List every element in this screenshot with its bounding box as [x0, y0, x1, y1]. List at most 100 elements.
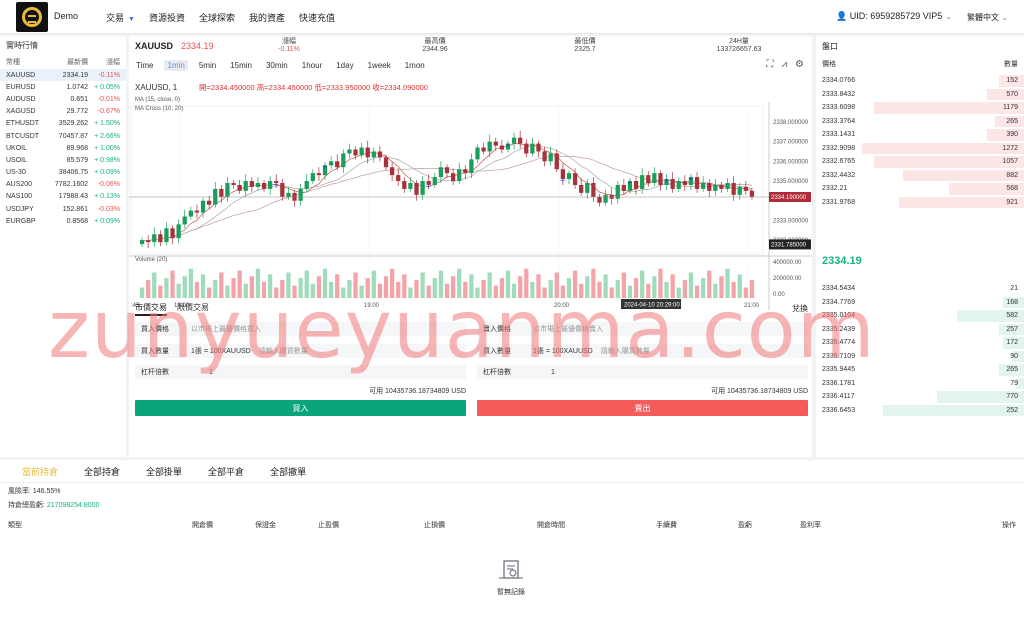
interval-1day[interactable]: 1day — [333, 60, 356, 71]
user-menu[interactable]: 👤 UID: 6959285729 VIP5 ⌄ — [836, 11, 952, 22]
candle-body — [182, 216, 187, 225]
chart-legend: XAUUSD, 1 — [135, 83, 178, 92]
nav-trade[interactable]: 交易 ▼ — [106, 11, 135, 24]
col-header: 類型 — [8, 522, 22, 529]
interval-15min[interactable]: 15min — [227, 60, 255, 71]
market-row-eurusd[interactable]: EURUSD 1.0742 + 0.05% — [0, 81, 126, 93]
candle-body — [670, 179, 675, 189]
candle-body — [646, 175, 651, 183]
interval-30min[interactable]: 30min — [263, 60, 291, 71]
caret-down-icon: ▼ — [128, 16, 135, 23]
bid-row[interactable]: 2336.4117 770 — [816, 390, 1024, 404]
ask-price: 2333.8432 — [822, 90, 856, 98]
ask-row[interactable]: 2332.21 568 — [816, 182, 1024, 196]
ask-row[interactable]: 2333.8432 570 — [816, 88, 1024, 102]
col-header: 手續費 — [656, 522, 677, 529]
nav-deposit[interactable]: 快速充值 — [299, 11, 335, 24]
candle-body — [335, 161, 340, 168]
positions-tab-4[interactable]: 全部撤單 — [270, 465, 306, 478]
market-row-usoil[interactable]: USOIL 85.579 + 0.98% — [0, 154, 126, 166]
candle-body — [694, 177, 700, 189]
candle-body — [139, 240, 145, 245]
language-select[interactable]: 繁體中文 ⌄ — [967, 12, 1008, 23]
candle-body — [603, 194, 608, 203]
interval-1min[interactable]: 1min — [164, 60, 188, 71]
ask-row[interactable]: 2331.9768 921 — [816, 196, 1024, 210]
market-row-usdjpy[interactable]: USDJPY 152.861 -0.03% — [0, 203, 126, 215]
candle-body — [554, 153, 559, 170]
market-row-ukoil[interactable]: UKOIL 89.968 + 1.00% — [0, 142, 126, 154]
interval-1week[interactable]: 1week — [365, 60, 394, 71]
market-row-eurgbp[interactable]: EURGBP 0.8568 + 0.09% — [0, 215, 126, 227]
interval-1mon[interactable]: 1mon — [402, 60, 428, 71]
candle-body — [597, 196, 602, 203]
candle-body — [243, 181, 248, 191]
candle-body — [261, 183, 267, 189]
candle-body — [633, 181, 639, 189]
interval-1hour[interactable]: 1hour — [299, 60, 325, 71]
ask-row[interactable]: 2333.3764 265 — [816, 115, 1024, 129]
market-symbol: XAUUSD — [6, 71, 36, 79]
candle-body — [585, 183, 590, 193]
candle-body — [267, 181, 273, 189]
top-bar: Demo 交易 ▼ 資源投資 全球探索 我的資產 快速充值 👤 UID: 6959… — [0, 0, 1024, 34]
col-header: 保證金 — [255, 522, 276, 529]
market-row-audusd[interactable]: AUDUSD 0.651 -0.01% — [0, 93, 126, 105]
ask-row[interactable]: 2334.0766 152 — [816, 74, 1024, 88]
market-row-aus200[interactable]: AUS200 7782.1602 -0.06% — [0, 179, 126, 191]
candle-body — [365, 147, 370, 158]
market-list-title: 實時行情 — [6, 41, 38, 50]
market-row-us-30[interactable]: US-30 38406.75 + 0.09% — [0, 167, 126, 179]
market-row-xagusd[interactable]: XAGUSD 29.772 -0.67% — [0, 106, 126, 118]
positions-tab-1[interactable]: 全部持倉 — [84, 465, 120, 478]
logo-icon — [22, 7, 42, 27]
candle-body — [621, 184, 627, 191]
candle-body — [280, 183, 285, 197]
candle-body — [591, 183, 596, 197]
market-price: 85.579 — [66, 156, 88, 164]
candle-body — [463, 169, 468, 174]
candle-body — [152, 234, 157, 243]
market-row-nas100[interactable]: NAS100 17988.43 + 0.13% — [0, 191, 126, 203]
market-row-ethusdt[interactable]: ETHUSDT 3529.262 + 1.50% — [0, 118, 126, 130]
buy-button[interactable]: 買入 — [135, 400, 466, 416]
market-change: -0.06% — [97, 181, 120, 189]
ask-row[interactable]: 2333.6098 1179 — [816, 101, 1024, 115]
interval-time[interactable]: Time — [133, 60, 156, 71]
logo[interactable] — [16, 2, 48, 32]
fullscreen-icon[interactable]: ⛶ — [766, 59, 773, 70]
ask-price: 2332.4432 — [822, 171, 856, 179]
gear-icon[interactable]: ⚙ — [795, 59, 804, 70]
brand-name: Demo — [54, 11, 79, 21]
nav-invest[interactable]: 資源投資 — [149, 11, 185, 24]
chart-tools: ⛶ ⩘ ⚙ — [766, 59, 804, 70]
market-symbol: US-30 — [6, 169, 26, 177]
col-header: 止盈價 — [318, 522, 339, 529]
sell-button[interactable]: 賣出 — [477, 400, 808, 416]
ask-row[interactable]: 2332.9098 1272 — [816, 142, 1024, 156]
market-change: -0.01% — [97, 95, 120, 103]
positions-tab-2[interactable]: 全部掛單 — [146, 465, 182, 478]
positions-tab-3[interactable]: 全部平倉 — [208, 465, 244, 478]
ask-row[interactable]: 2333.1431 390 — [816, 128, 1024, 142]
chart-type-icon[interactable]: ⩘ — [781, 59, 787, 70]
nav-assets[interactable]: 我的資產 — [249, 11, 285, 24]
positions-tab-0[interactable]: 當前持倉 — [22, 465, 58, 478]
indicator-ma: MA (15, close, 0) — [135, 97, 180, 103]
candle-body — [396, 175, 401, 182]
candle-body — [530, 143, 535, 154]
ask-row[interactable]: 2332.6765 1057 — [816, 155, 1024, 169]
market-row-btcusdt[interactable]: BTCUSDT 70457.87 + 2.66% — [0, 130, 126, 142]
nav-explore[interactable]: 全球探索 — [199, 11, 235, 24]
bid-row[interactable]: 2336.1781 79 — [816, 377, 1024, 391]
market-change: + 0.09% — [94, 217, 120, 225]
bid-row[interactable]: 2336.6453 252 — [816, 404, 1024, 418]
market-row-xauusd[interactable]: XAUUSD 2334.19 -0.11% — [0, 69, 126, 82]
candle-body — [743, 186, 748, 191]
ma-cross-marker: + — [664, 176, 669, 185]
interval-5min[interactable]: 5min — [196, 60, 219, 71]
bid-qty: 79 — [1010, 379, 1018, 387]
candle-body — [475, 147, 480, 160]
indicator-ma-cross: MA Cross (10, 20) — [135, 106, 183, 112]
ask-row[interactable]: 2332.4432 882 — [816, 169, 1024, 183]
